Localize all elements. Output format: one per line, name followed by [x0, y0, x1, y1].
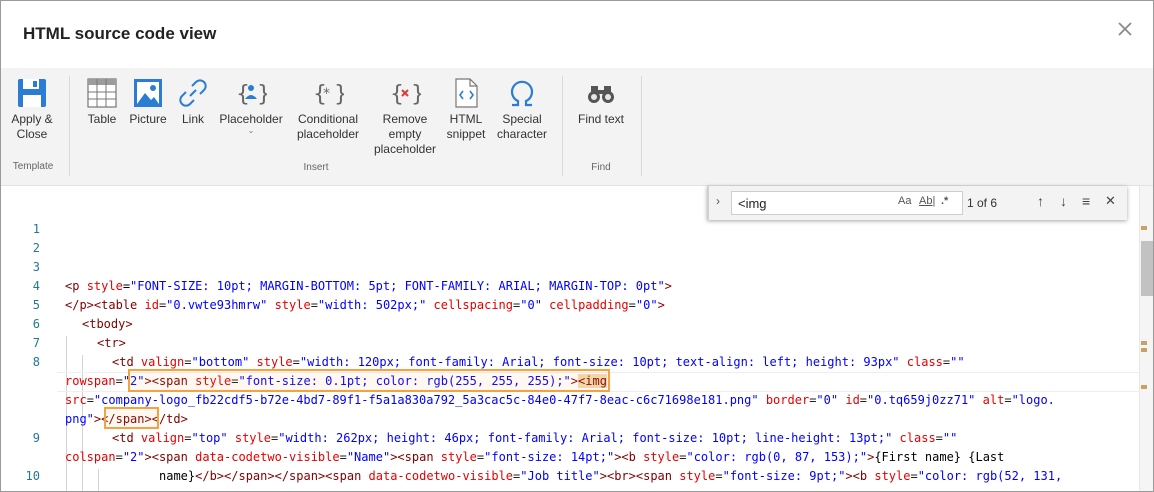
apply-close-label: Apply & Close [11, 112, 53, 141]
regex-toggle[interactable]: .* [941, 195, 948, 207]
ribbon-separator [641, 76, 642, 176]
code-line-5: </p><table id="0.vwte93hmrw" style="widt… [65, 298, 665, 312]
next-match-button[interactable]: ↓ [1060, 193, 1067, 209]
binoculars-icon [588, 86, 614, 103]
whole-word-toggle[interactable]: Ab| [919, 195, 935, 207]
line-number: 6 [32, 317, 40, 331]
conditional-placeholder-icon: { } * [313, 82, 344, 107]
omega-icon [510, 80, 534, 107]
placeholder-dropdown-button[interactable]: { } Placeholder ⌄ [218, 77, 284, 135]
placeholder-icon: { } [236, 82, 267, 107]
scrollbar-thumb[interactable] [1141, 241, 1153, 296]
code-line-8-wrap-2: src="company-logo_fb22cdf5-b72e-4bd7-89f… [65, 393, 1055, 407]
special-character-button[interactable]: Special character [495, 77, 549, 142]
chevron-down-icon: ⌄ [247, 126, 255, 135]
match-count: 1 of 6 [967, 196, 998, 210]
picture-icon [134, 79, 162, 107]
line-number: 3 [32, 260, 40, 274]
link-label: Link [181, 112, 204, 126]
indent-guide [98, 469, 99, 491]
match-case-toggle[interactable]: Aa [898, 195, 911, 207]
line-number: 1 [32, 222, 40, 236]
scrollbar-match-marker [1141, 348, 1147, 352]
bracket-match-highlight [104, 407, 159, 429]
vertical-scrollbar[interactable] [1139, 186, 1153, 491]
table-label: Table [87, 112, 117, 126]
svg-text:}: } [411, 82, 421, 107]
line-number: 5 [32, 298, 40, 312]
code-line-6: <tbody> [82, 317, 133, 331]
picture-label: Picture [129, 112, 167, 126]
placeholder-label: Placeholder [219, 112, 283, 126]
special-character-label: Special character [496, 112, 548, 141]
find-in-selection-button[interactable]: ≡ [1082, 193, 1090, 209]
line-number: 9 [32, 431, 40, 445]
find-text-button[interactable]: Find text [574, 77, 628, 127]
find-widget: › Aa Ab| .* 1 of 6 ↑ ↓ ≡ ✕ [707, 186, 1127, 220]
insert-table-button[interactable]: Table [85, 77, 119, 127]
line-number: 8 [32, 355, 40, 369]
remove-placeholder-icon: { } [390, 82, 421, 107]
group-label-template: Template [12, 161, 54, 172]
code-line-10: name}</b></span></span><span data-codetw… [159, 469, 1063, 483]
find-text-label: Find text [577, 112, 625, 126]
code-line-9: <td valign="top" style="width: 262px; he… [112, 431, 958, 445]
line-number: 4 [32, 279, 40, 293]
table-icon [87, 78, 117, 108]
previous-match-button[interactable]: ↑ [1037, 193, 1044, 209]
code-line-7: <tr> [97, 336, 126, 350]
bracket-match-highlight [128, 369, 610, 392]
save-icon [18, 79, 46, 107]
scrollbar-match-marker [1141, 385, 1147, 389]
svg-text:*: * [323, 86, 330, 102]
close-find-button[interactable]: ✕ [1105, 193, 1116, 209]
ribbon-toolbar: Apply & Close Template Table Picture Lin… [1, 68, 1153, 186]
ribbon-separator [562, 76, 563, 176]
html-snippet-label: HTML snippet [446, 112, 486, 141]
apply-close-button[interactable]: Apply & Close [7, 77, 57, 142]
dialog-title: HTML source code view [23, 24, 217, 43]
svg-text:{: { [390, 82, 404, 107]
close-icon[interactable] [1112, 16, 1138, 42]
ribbon-separator [69, 76, 70, 176]
line-number: 7 [32, 336, 40, 350]
conditional-placeholder-button[interactable]: { } * Conditional placeholder [292, 77, 364, 142]
line-number: 2 [32, 241, 40, 255]
line-number-gutter: 1 2 3 4 5 6 7 8 9 10 [1, 186, 57, 491]
html-snippet-button[interactable]: HTML snippet [444, 77, 488, 142]
toggle-replace-icon[interactable]: › [716, 194, 720, 208]
conditional-placeholder-label: Conditional placeholder [296, 112, 360, 141]
svg-text:}: } [334, 82, 344, 107]
scrollbar-match-marker [1141, 226, 1147, 230]
line-number: 10 [25, 469, 40, 483]
scrollbar-match-marker [1141, 341, 1147, 345]
html-snippet-icon [455, 78, 478, 108]
link-icon [179, 79, 207, 107]
code-line-9-wrap-1: colspan="2"><span data-codetwo-visible="… [65, 450, 1005, 464]
insert-link-button[interactable]: Link [176, 77, 210, 127]
remove-empty-placeholder-label: Remove empty placeholder [373, 112, 437, 156]
insert-picture-button[interactable]: Picture [127, 77, 169, 127]
code-line-4: <p style="FONT-SIZE: 10pt; MARGIN-BOTTOM… [65, 279, 672, 293]
remove-empty-placeholder-button[interactable]: { } Remove empty placeholder [372, 77, 438, 157]
svg-text:{: { [236, 82, 250, 107]
code-editor[interactable]: 1 2 3 4 5 6 7 8 9 10 <p style="FONT-SIZE… [1, 186, 1153, 491]
svg-text:}: } [257, 82, 267, 107]
group-label-find: Find [591, 162, 611, 173]
group-label-insert: Insert [303, 162, 329, 173]
